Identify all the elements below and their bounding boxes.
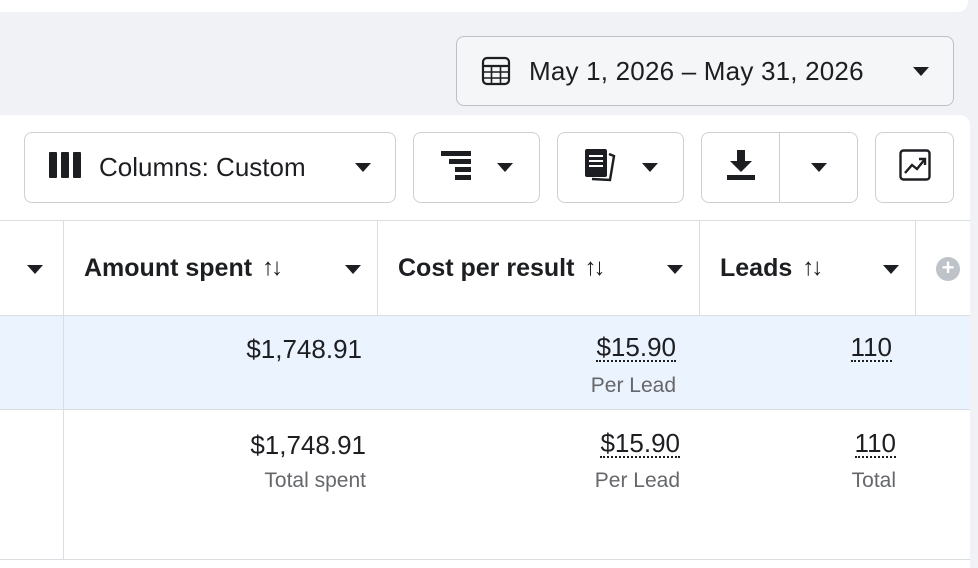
table-cell [0, 316, 64, 409]
columns-button[interactable]: Columns: Custom [24, 132, 396, 203]
chevron-down-icon[interactable] [345, 265, 361, 274]
column-header-previous[interactable] [0, 221, 64, 315]
columns-button-label: Columns: Custom [99, 152, 306, 182]
chevron-down-icon [355, 163, 371, 172]
export-menu-button[interactable] [780, 133, 857, 202]
column-header-cost-per-result[interactable]: Cost per result ↑↓ [378, 221, 700, 315]
reporting-table-panel: Columns: Custom Amount spent ↑↓ Cost per… [0, 115, 970, 568]
reports-icon [584, 148, 616, 187]
calendar-icon [481, 55, 513, 87]
chevron-down-icon[interactable] [27, 265, 43, 274]
cost-per-result-subtext: Per Lead [594, 469, 680, 492]
charts-button[interactable] [875, 132, 954, 203]
top-panel [0, 0, 968, 12]
chart-icon [898, 149, 931, 186]
sort-icon[interactable]: ↑↓ [802, 254, 823, 282]
column-header-leads[interactable]: Leads ↑↓ [700, 221, 916, 315]
add-column-icon[interactable]: + [936, 257, 960, 281]
reports-button[interactable] [557, 132, 684, 203]
date-range-label: May 1, 2026 – May 31, 2026 [529, 55, 864, 86]
cost-per-result-cell: $15.90 Per Lead [378, 410, 700, 559]
table-toolbar: Columns: Custom [0, 132, 970, 204]
download-icon [726, 150, 755, 185]
chevron-down-icon [641, 163, 658, 172]
cost-per-result-subtext: Per Lead [590, 374, 676, 397]
column-header-label: Leads [720, 253, 793, 282]
column-header-label: Amount spent [84, 253, 253, 282]
amount-spent-value: $1,748.91 [246, 334, 362, 364]
chevron-down-icon[interactable] [667, 265, 683, 274]
cost-per-result-total[interactable]: $15.90 [600, 430, 680, 458]
breakdown-icon [440, 150, 471, 185]
chevron-down-icon[interactable] [883, 265, 899, 274]
chevron-down-icon [810, 163, 827, 172]
export-button[interactable] [701, 132, 858, 203]
chevron-down-icon [496, 163, 513, 172]
add-column-cell[interactable]: + [916, 221, 970, 315]
column-header-label: Cost per result [398, 253, 575, 282]
amount-spent-total: $1,748.91 [250, 430, 366, 460]
amount-spent-cell: $1,748.91 [64, 316, 378, 409]
date-range-picker[interactable]: May 1, 2026 – May 31, 2026 [456, 36, 954, 106]
sort-icon[interactable]: ↑↓ [262, 254, 283, 282]
amount-spent-cell: $1,748.91 Total spent [64, 410, 378, 559]
leads-total[interactable]: 110 [854, 430, 896, 458]
table-totals-row: $1,748.91 Total spent $15.90 Per Lead 11… [0, 410, 970, 560]
column-header-amount-spent[interactable]: Amount spent ↑↓ [64, 221, 378, 315]
leads-cell: 110 Total [700, 410, 916, 559]
sort-icon[interactable]: ↑↓ [584, 254, 605, 282]
table-header-row: Amount spent ↑↓ Cost per result ↑↓ Leads… [0, 220, 970, 316]
amount-spent-subtext: Total spent [264, 469, 366, 492]
columns-icon [49, 152, 81, 183]
cost-per-result-cell: $15.90 Per Lead [378, 316, 700, 409]
leads-subtext: Total [851, 469, 896, 492]
table-row[interactable]: $1,748.91 $15.90 Per Lead 110 [0, 316, 970, 410]
chevron-down-icon [913, 66, 929, 76]
download-button[interactable] [702, 133, 780, 202]
leads-cell: 110 [700, 316, 916, 409]
breakdown-button[interactable] [413, 132, 540, 203]
leads-value[interactable]: 110 [850, 334, 892, 362]
cost-per-result-value[interactable]: $15.90 [596, 334, 676, 362]
table-cell [0, 410, 64, 559]
